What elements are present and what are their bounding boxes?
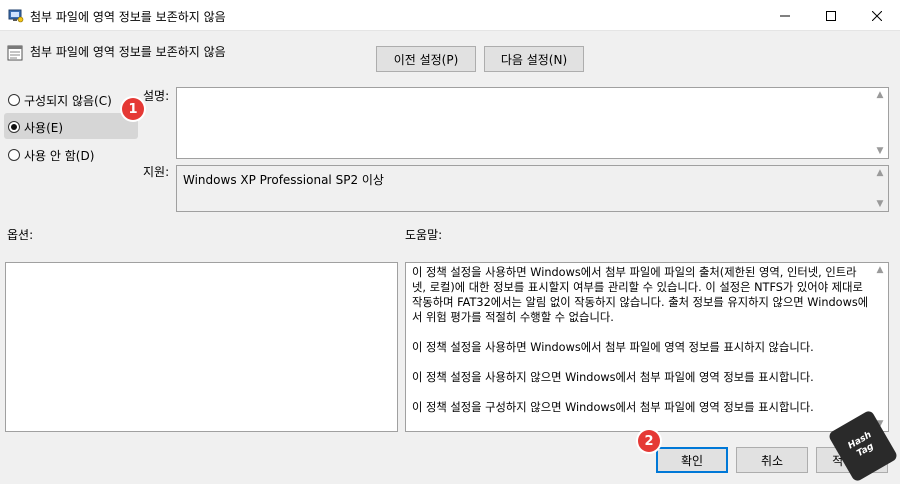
window-title: 첨부 파일에 영역 정보를 보존하지 않음 (30, 10, 226, 24)
policy-title: 첨부 파일에 영역 정보를 보존하지 않음 (30, 45, 226, 59)
radio-button[interactable] (8, 149, 20, 161)
ok-button[interactable]: 확인 (656, 447, 728, 473)
supported-on-label: 지원: (143, 165, 170, 179)
radio-label: 사용(E) (24, 120, 64, 135)
scroll-down-icon[interactable]: ▼ (872, 144, 888, 158)
options-label: 옵션: (7, 228, 34, 242)
help-scrollbar[interactable]: ▲ ▼ (872, 263, 888, 431)
supported-on-value: Windows XP Professional SP2 이상 (183, 173, 384, 187)
help-paragraph: 이 정책 설정을 사용하지 않으면 Windows에서 첨부 파일에 영역 정보… (412, 371, 814, 384)
scroll-down-icon[interactable]: ▼ (872, 197, 888, 211)
maximize-icon (826, 10, 836, 21)
policy-setting-icon (7, 45, 23, 64)
scroll-up-icon[interactable]: ▲ (872, 263, 888, 277)
policy-editor-icon (8, 7, 24, 26)
minimize-button[interactable] (762, 0, 808, 31)
supported-on-field: Windows XP Professional SP2 이상 ▲ ▼ (176, 165, 889, 212)
options-panel (5, 262, 398, 432)
minimize-icon (780, 15, 790, 16)
maximize-button[interactable] (808, 0, 854, 31)
close-icon (872, 10, 882, 21)
title-bar: 첨부 파일에 영역 정보를 보존하지 않음 (0, 0, 900, 31)
description-label: 설명: (143, 89, 170, 103)
help-panel[interactable]: 이 정책 설정을 사용하면 Windows에서 첨부 파일에 파일의 출처(제한… (405, 262, 889, 432)
cancel-button[interactable]: 취소 (736, 447, 808, 473)
radio-label: 구성되지 않음(C) (24, 93, 112, 108)
help-paragraph: 이 정책 설정을 사용하면 Windows에서 첨부 파일에 영역 정보를 표시… (412, 341, 814, 354)
close-button[interactable] (854, 0, 900, 31)
next-setting-button[interactable]: 다음 설정(N) (484, 46, 584, 72)
radio-disabled[interactable]: 사용 안 함(D) (8, 145, 94, 165)
scroll-up-icon[interactable]: ▲ (872, 88, 888, 102)
annotation-badge-1: 1 (122, 98, 144, 120)
radio-not-configured[interactable]: 구성되지 않음(C) (8, 90, 112, 110)
help-paragraph: 이 정책 설정을 구성하지 않으면 Windows에서 첨부 파일에 영역 정보… (412, 401, 814, 414)
previous-setting-button[interactable]: 이전 설정(P) (376, 46, 476, 72)
description-field[interactable]: ▲ ▼ (176, 87, 889, 159)
supported-scrollbar[interactable]: ▲ ▼ (872, 166, 888, 211)
description-scrollbar[interactable]: ▲ ▼ (872, 88, 888, 158)
radio-enabled[interactable]: 사용(E) (8, 117, 63, 137)
help-label: 도움말: (405, 228, 443, 242)
scroll-up-icon[interactable]: ▲ (872, 166, 888, 180)
help-paragraph: 이 정책 설정을 사용하면 Windows에서 첨부 파일에 파일의 출처(제한… (412, 266, 869, 324)
radio-button[interactable] (8, 94, 20, 106)
help-text: 이 정책 설정을 사용하면 Windows에서 첨부 파일에 파일의 출처(제한… (412, 265, 870, 430)
radio-label: 사용 안 함(D) (24, 148, 95, 163)
annotation-badge-2: 2 (638, 430, 660, 452)
radio-button-checked[interactable] (8, 121, 20, 133)
